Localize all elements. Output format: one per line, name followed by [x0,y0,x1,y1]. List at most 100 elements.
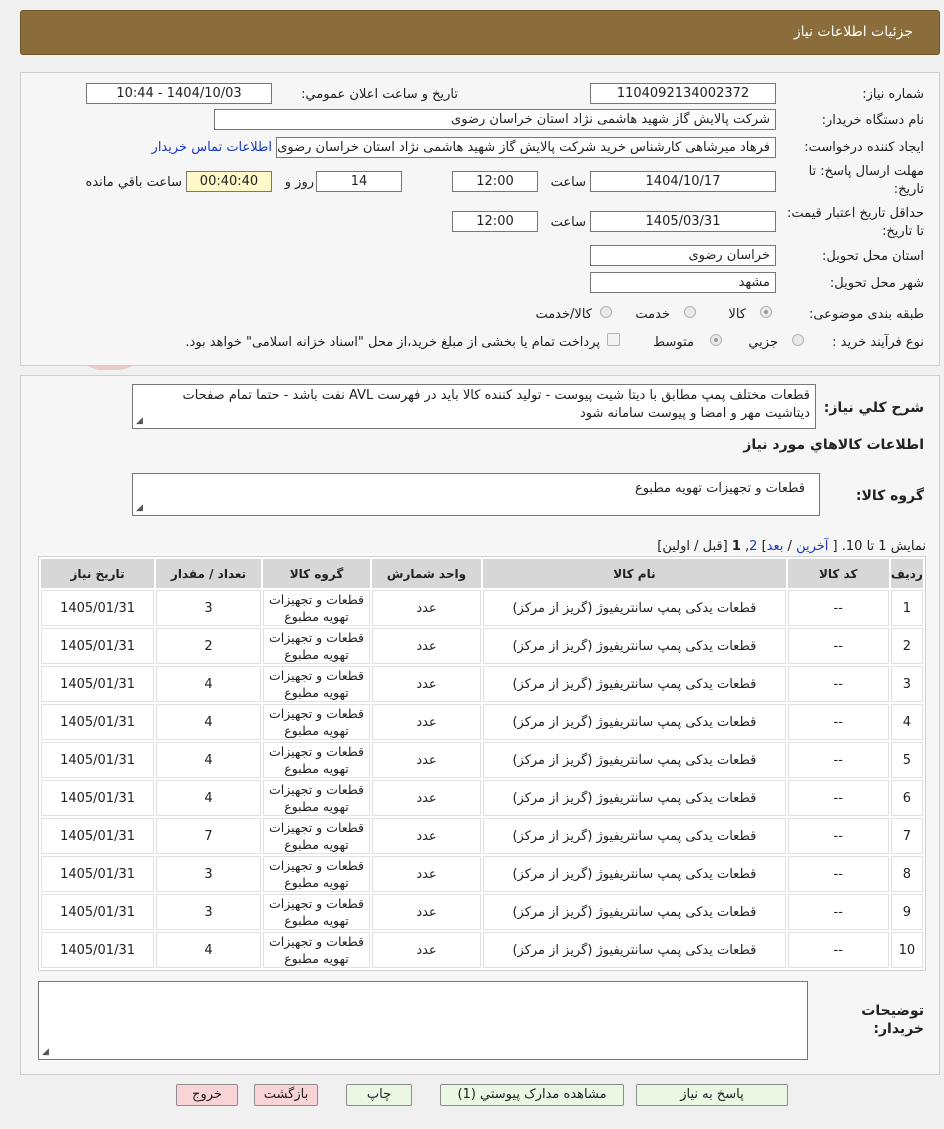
process-radio-medium[interactable] [710,334,722,346]
need-date-cell: 1405/01/31 [41,704,155,740]
validity-time-field[interactable]: 12:00 [452,211,538,232]
table-row[interactable]: 2 -- قطعات یدکی پمپ سانتریفیوژ (گریز از مر… [41,628,923,664]
goods-code-cell: -- [787,742,889,778]
need-date-cell: 1405/01/31 [41,818,155,854]
need-date-cell: 1405/01/31 [41,742,155,778]
table-row[interactable]: 7 -- قطعات یدکی پمپ سانتریفیوژ (گریز از مر… [41,818,923,854]
summary-textarea[interactable]: قطعات مختلف پمپ مطابق با دیتا شیت پیوست … [132,384,816,429]
category-option-service: خدمت [635,307,670,322]
unit-cell: عدد [372,666,481,702]
category-radio-service[interactable] [684,306,696,318]
row-number-cell: 1 [890,590,923,626]
col-header-row-number: رديف [890,559,923,588]
table-row[interactable]: 5 -- قطعات یدکی پمپ سانتریفیوژ (گریز از مر… [41,742,923,778]
goods-group-text: قطعات و تجهیزات تهویه مطبوع [634,481,805,496]
row-number-cell: 5 [890,742,923,778]
quantity-cell: 4 [156,932,262,968]
goods-group-label: گروه کالا: [855,488,924,504]
unit-cell: عدد [372,704,481,740]
days-label: روز و [284,175,314,190]
process-option-medium: متوسط [653,335,694,350]
goods-name-cell: قطعات یدکی پمپ سانتریفیوژ (گریز از مرکز) [483,742,786,778]
unit-cell: عدد [372,818,481,854]
col-header-code: کد کالا [787,559,889,588]
need-number-field[interactable]: 1104092134002372 [590,83,776,104]
resize-grip-icon[interactable]: ◢ [136,504,143,513]
goods-group-cell: قطعات و تجهیزات تهویه مطبوع [263,704,370,740]
reply-button[interactable]: پاسخ به نياز [636,1084,788,1106]
province-field[interactable]: خراسان رضوی [590,245,776,266]
remaining-label: ساعت باقي مانده [85,175,182,190]
deadline-time-field[interactable]: 12:00 [452,171,538,192]
deadline-date-field[interactable]: 1404/10/17 [590,171,776,192]
pager-bracket-open: [ [832,539,838,554]
row-number-cell: 9 [890,894,923,930]
table-row[interactable]: 1 -- قطعات یدکی پمپ سانتریفیوژ (گریز از مر… [41,590,923,626]
goods-name-cell: قطعات یدکی پمپ سانتریفیوژ (گریز از مرکز) [483,780,786,816]
pager-current-page: 1 [731,539,741,554]
need-date-cell: 1405/01/31 [41,780,155,816]
need-date-cell: 1405/01/31 [41,932,155,968]
pager-prev-first: [قبل / اولین] [657,539,728,554]
table-row[interactable]: 4 -- قطعات یدکی پمپ سانتریفیوژ (گریز از مر… [41,704,923,740]
requester-field[interactable]: فرهاد میرشاهی کارشناس خرید شرکت پالایش گ… [276,137,776,158]
category-option-both: کالا/خدمت [535,307,592,322]
table-row[interactable]: 6 -- قطعات یدکی پمپ سانتریفیوژ (گریز از مر… [41,780,923,816]
table-row[interactable]: 8 -- قطعات یدکی پمپ سانتریفیوژ (گریز از مر… [41,856,923,892]
quantity-cell: 4 [156,742,262,778]
row-number-cell: 10 [890,932,923,968]
goods-group-textarea[interactable]: قطعات و تجهیزات تهویه مطبوع ◢ [132,473,820,516]
quantity-cell: 2 [156,628,262,664]
days-field[interactable]: 14 [316,171,402,192]
pager-next-link[interactable]: بعد [767,539,784,554]
goods-code-cell: -- [787,590,889,626]
announce-field[interactable]: 1404/10/03 - 10:44 [86,83,272,104]
print-button[interactable]: چاپ [346,1084,412,1106]
goods-code-cell: -- [787,894,889,930]
goods-code-cell: -- [787,780,889,816]
goods-group-cell: قطعات و تجهیزات تهویه مطبوع [263,590,370,626]
view-attachments-button[interactable]: مشاهده مدارک پيوستي (1) [440,1084,624,1106]
exit-button[interactable]: خروج [176,1084,238,1106]
process-radio-minor[interactable] [792,334,804,346]
summary-text: قطعات مختلف پمپ مطابق با دیتا شیت پیوست … [182,388,810,421]
quantity-cell: 3 [156,894,262,930]
row-number-cell: 8 [890,856,923,892]
validity-date-field[interactable]: 1405/03/31 [590,211,776,232]
row-number-cell: 2 [890,628,923,664]
back-button[interactable]: بازگشت [254,1084,318,1106]
buyer-field[interactable]: شرکت پالایش گاز شهید هاشمی نژاد استان خر… [214,109,776,130]
resize-grip-icon[interactable]: ◢ [42,1048,49,1057]
row-number-cell: 6 [890,780,923,816]
deadline-time-label: ساعت [550,175,586,190]
pager-last-link[interactable]: آخرین [796,539,828,554]
unit-cell: عدد [372,590,481,626]
goods-group-cell: قطعات و تجهیزات تهویه مطبوع [263,894,370,930]
table-row[interactable]: 10 -- قطعات یدکی پمپ سانتریفیوژ (گریز از م… [41,932,923,968]
table-row[interactable]: 9 -- قطعات یدکی پمپ سانتریفیوژ (گریز از مر… [41,894,923,930]
city-field[interactable]: مشهد [590,272,776,293]
resize-grip-icon[interactable]: ◢ [136,417,143,426]
table-row[interactable]: 3 -- قطعات یدکی پمپ سانتریفیوژ (گریز از مر… [41,666,923,702]
goods-name-cell: قطعات یدکی پمپ سانتریفیوژ (گریز از مرکز) [483,666,786,702]
buyer-contact-link[interactable]: اطلاعات تماس خريدار [152,140,272,155]
goods-info-title: اطلاعات کالاهاي مورد نياز [743,437,924,453]
category-radio-both[interactable] [600,306,612,318]
goods-name-cell: قطعات یدکی پمپ سانتریفیوژ (گریز از مرکز) [483,704,786,740]
table-header-row: رديف کد کالا نام کالا واحد شمارش گروه کا… [41,559,923,588]
unit-cell: عدد [372,742,481,778]
buyer-notes-textarea[interactable]: ◢ [38,981,808,1060]
col-header-group: گروه کالا [263,559,370,588]
goods-name-cell: قطعات یدکی پمپ سانتریفیوژ (گریز از مرکز) [483,818,786,854]
payment-checkbox[interactable] [607,333,620,346]
goods-code-cell: -- [787,628,889,664]
col-header-unit: واحد شمارش [372,559,481,588]
quantity-cell: 3 [156,590,262,626]
pager-page-2-link[interactable]: 2 [749,539,757,554]
pager-showing: نمایش 1 تا 10. [841,539,926,554]
unit-cell: عدد [372,856,481,892]
col-header-quantity: تعداد / مقدار [156,559,262,588]
unit-cell: عدد [372,932,481,968]
category-radio-goods[interactable] [760,306,772,318]
goods-name-cell: قطعات یدکی پمپ سانتریفیوژ (گریز از مرکز) [483,590,786,626]
